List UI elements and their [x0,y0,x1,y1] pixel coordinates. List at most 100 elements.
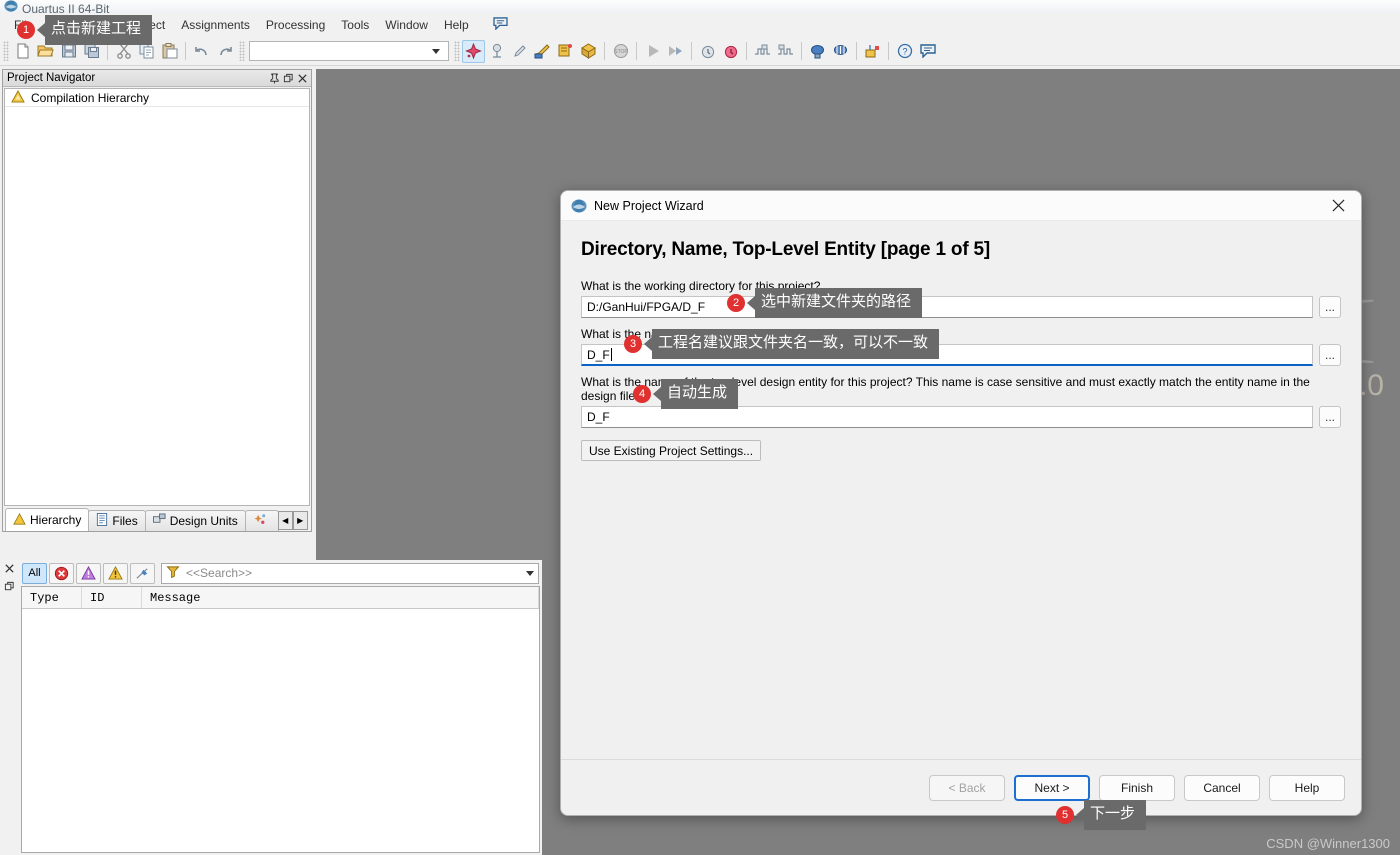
callout-3-badge: 3 [624,334,642,353]
start-compilation-icon[interactable] [641,40,664,63]
dialog-title: New Project Wizard [594,198,704,213]
next-button[interactable]: Next > [1014,774,1090,801]
help-button[interactable]: Help [1269,774,1345,801]
tab-ip-components[interactable] [244,510,279,531]
close-icon[interactable] [295,71,309,85]
project-combo[interactable] [249,41,449,61]
messages-search-placeholder: <<Search>> [186,566,253,580]
toolbar-grip[interactable] [3,41,9,61]
back-button[interactable]: < Back [929,774,1005,801]
compile-design-icon[interactable] [462,39,485,63]
toolbar-grip[interactable] [239,41,245,61]
messages-table[interactable]: Type ID Message [21,586,540,853]
menu-processing[interactable]: Processing [258,15,333,35]
callout-5-arrow [1076,807,1084,822]
restore-icon[interactable] [4,581,15,595]
filter-funnel-icon [166,565,180,581]
cancel-button[interactable]: Cancel [1184,774,1260,801]
paste-icon[interactable] [158,40,181,63]
stop-icon[interactable]: STOP [609,40,632,63]
svg-text:?: ? [902,47,907,57]
pin-planner-icon[interactable] [508,40,531,63]
browse-top-level-entity-button[interactable]: ... [1319,406,1341,428]
quartus-logo-icon [4,0,18,13]
message-balloon-icon[interactable] [485,14,516,36]
tab-design-units-label: Design Units [169,514,238,528]
ip-components-icon [253,513,267,529]
chevron-down-icon[interactable] [526,570,534,576]
top-level-entity-value: D_F [587,410,610,424]
redo-icon[interactable] [213,40,236,63]
tab-files[interactable]: Files [88,510,146,531]
messages-side-buttons[interactable] [0,560,19,855]
menu-help[interactable]: Help [436,15,477,35]
working-directory-input[interactable]: D:/GanHui/FPGA/D_F [581,296,1313,318]
critical-warning-icon[interactable] [76,562,101,584]
tab-hierarchy[interactable]: Hierarchy [5,508,90,531]
project-navigator-tabs[interactable]: Hierarchy Files Design Units ◀ ▶ [3,507,311,531]
dialog-body: Directory, Name, Top-Level Entity [page … [561,221,1361,759]
browse-working-directory-button[interactable]: ... [1319,296,1341,318]
main-toolbar[interactable]: STOP ? [0,37,1400,66]
quartus-logo-icon [571,198,587,214]
column-type[interactable]: Type [22,587,82,608]
programmer-icon[interactable] [806,40,829,63]
menu-tools[interactable]: Tools [333,15,377,35]
svg-text:STOP: STOP [614,49,628,55]
scroll-right-icon[interactable]: ▶ [292,511,308,530]
chip-planner-icon[interactable] [861,40,884,63]
device-icon[interactable] [577,40,600,63]
signaltap-icon[interactable] [751,40,774,63]
callout-2-badge: 2 [727,293,745,312]
field-row-working-directory: D:/GanHui/FPGA/D_F ... [581,296,1341,318]
menubar[interactable]: File Edit View Project Assignments Proce… [0,13,1400,37]
toolbar-separator [185,42,186,60]
callout-4: 4 自动生成 [633,379,739,409]
undo-icon[interactable] [190,40,213,63]
callout-1-text: 点击新建工程 [45,15,153,45]
tree-item-compilation-hierarchy[interactable]: Compilation Hierarchy [5,89,309,107]
menu-window[interactable]: Window [377,15,436,35]
timing-analyzer-icon[interactable] [696,40,719,63]
rtl-viewer-icon[interactable] [829,40,852,63]
analysis-synthesis-icon[interactable] [485,40,508,63]
timequest-icon[interactable] [719,40,742,63]
finish-button[interactable]: Finish [1099,774,1175,801]
messages-search-input[interactable]: <<Search>> [161,562,539,584]
chevron-down-icon[interactable] [432,48,440,54]
warning-icon[interactable] [103,562,128,584]
callout-3: 3 工程名建议跟文件夹名一致，可以不一致 [624,329,940,359]
top-level-entity-input[interactable]: D_F [581,406,1313,428]
error-icon[interactable] [49,562,74,584]
design-units-icon [152,513,166,529]
tab-design-units[interactable]: Design Units [144,510,246,531]
callout-4-badge: 4 [633,384,651,403]
toolbar-grip[interactable] [454,41,460,61]
close-icon[interactable] [4,563,15,577]
close-icon[interactable] [1315,191,1361,221]
column-message[interactable]: Message [142,587,539,608]
toolbar-separator [604,42,605,60]
files-icon [96,513,108,529]
working-directory-value: D:/GanHui/FPGA/D_F [587,300,706,314]
project-navigator-tree[interactable]: Compilation Hierarchy [4,88,310,506]
help-icon[interactable]: ? [893,40,916,63]
browse-project-name-button[interactable]: ... [1319,344,1341,366]
in-system-sources-icon[interactable] [774,40,797,63]
callout-1-arrow [37,22,45,37]
filter-all-button[interactable]: All [22,562,47,584]
callout-2: 2 选中新建文件夹的路径 [727,288,923,318]
settings-icon[interactable] [554,40,577,63]
restore-icon[interactable] [281,71,295,85]
message-icon[interactable] [916,40,939,63]
scroll-left-icon[interactable]: ◀ [277,511,293,530]
start-analysis-icon[interactable] [664,40,687,63]
info-flag-icon[interactable] [130,562,155,584]
assignment-editor-icon[interactable] [531,40,554,63]
messages-filter-bar[interactable]: All <<Search>> [19,560,542,586]
pin-icon[interactable] [267,71,281,85]
column-id[interactable]: ID [82,587,142,608]
use-existing-project-settings-button[interactable]: Use Existing Project Settings... [581,440,762,461]
menu-assignments[interactable]: Assignments [173,15,258,35]
callout-2-arrow [747,295,755,310]
